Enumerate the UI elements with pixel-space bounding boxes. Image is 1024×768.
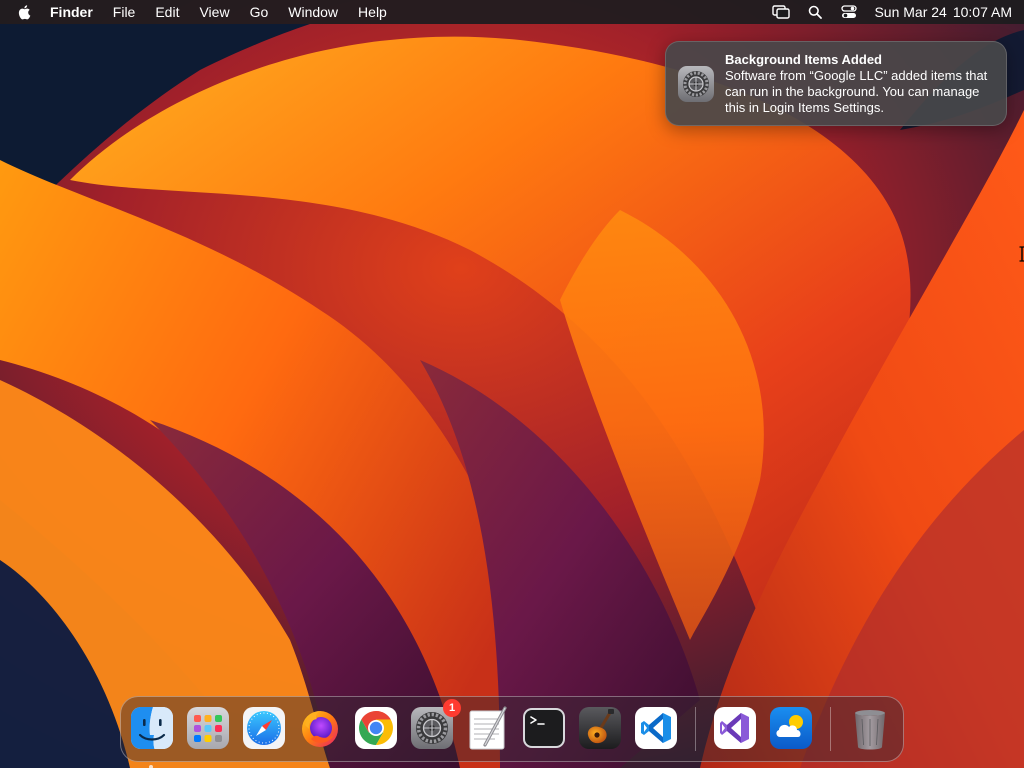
trash-icon	[855, 710, 885, 750]
menu-file[interactable]: File	[103, 0, 146, 24]
menu-bar-left: Finder File Edit View Go Window Help	[16, 0, 397, 24]
dock-visual-studio[interactable]	[712, 705, 758, 751]
menu-bar-clock[interactable]: Sun Mar 24 10:07 AM	[874, 4, 1012, 20]
background-items-notification[interactable]: Background Items Added Software from “Go…	[665, 41, 1007, 126]
weather-icon	[770, 707, 812, 749]
menu-app-finder[interactable]: Finder	[40, 0, 103, 24]
dock-terminal[interactable]	[521, 705, 567, 751]
garageband-icon	[579, 707, 621, 749]
apple-logo-icon[interactable]	[16, 3, 32, 21]
dock-separator-trash	[830, 707, 831, 751]
notification-body: Software from “Google LLC” added items t…	[725, 68, 988, 115]
dock-launchpad[interactable]	[185, 705, 231, 751]
dock-finder[interactable]	[129, 705, 175, 768]
dock-trash[interactable]	[847, 705, 893, 751]
safari-icon	[243, 707, 285, 749]
menu-edit[interactable]: Edit	[145, 0, 189, 24]
vscode-icon	[635, 707, 677, 749]
dock-firefox[interactable]	[297, 705, 343, 751]
dock-textedit[interactable]	[465, 705, 511, 751]
dock-separator	[695, 707, 696, 751]
dock-chrome[interactable]	[353, 705, 399, 751]
clock-date: Sun Mar 24	[874, 4, 947, 20]
dock-system-settings[interactable]: 1	[409, 699, 461, 751]
notification-title: Background Items Added	[725, 52, 882, 67]
dock: 1	[120, 696, 904, 768]
screen-mirroring-icon[interactable]	[770, 0, 792, 24]
menu-window[interactable]: Window	[278, 0, 348, 24]
dock-weather[interactable]	[768, 705, 814, 751]
dock-vscode[interactable]	[633, 705, 679, 751]
dock-garageband[interactable]	[577, 705, 623, 751]
mouse-cursor-icon	[1019, 246, 1024, 262]
firefox-icon	[302, 711, 338, 747]
system-settings-badge: 1	[443, 699, 461, 717]
menu-bar: Finder File Edit View Go Window Help Sun…	[0, 0, 1024, 24]
desktop[interactable]: Finder File Edit View Go Window Help Sun…	[0, 0, 1024, 768]
menu-help[interactable]: Help	[348, 0, 397, 24]
visual-studio-icon	[714, 707, 756, 749]
system-settings-gear-icon	[678, 66, 714, 102]
textedit-icon	[469, 706, 507, 750]
control-center-icon[interactable]	[838, 0, 860, 24]
dock-safari[interactable]	[241, 705, 287, 751]
finder-icon	[131, 707, 173, 749]
spotlight-search-icon[interactable]	[804, 0, 826, 24]
terminal-icon	[523, 708, 565, 748]
clock-time: 10:07 AM	[952, 4, 1012, 20]
chrome-icon	[355, 707, 397, 749]
menu-bar-right: Sun Mar 24 10:07 AM	[758, 0, 1012, 24]
menu-view[interactable]: View	[189, 0, 239, 24]
launchpad-icon	[187, 707, 229, 749]
menu-go[interactable]: Go	[240, 0, 279, 24]
